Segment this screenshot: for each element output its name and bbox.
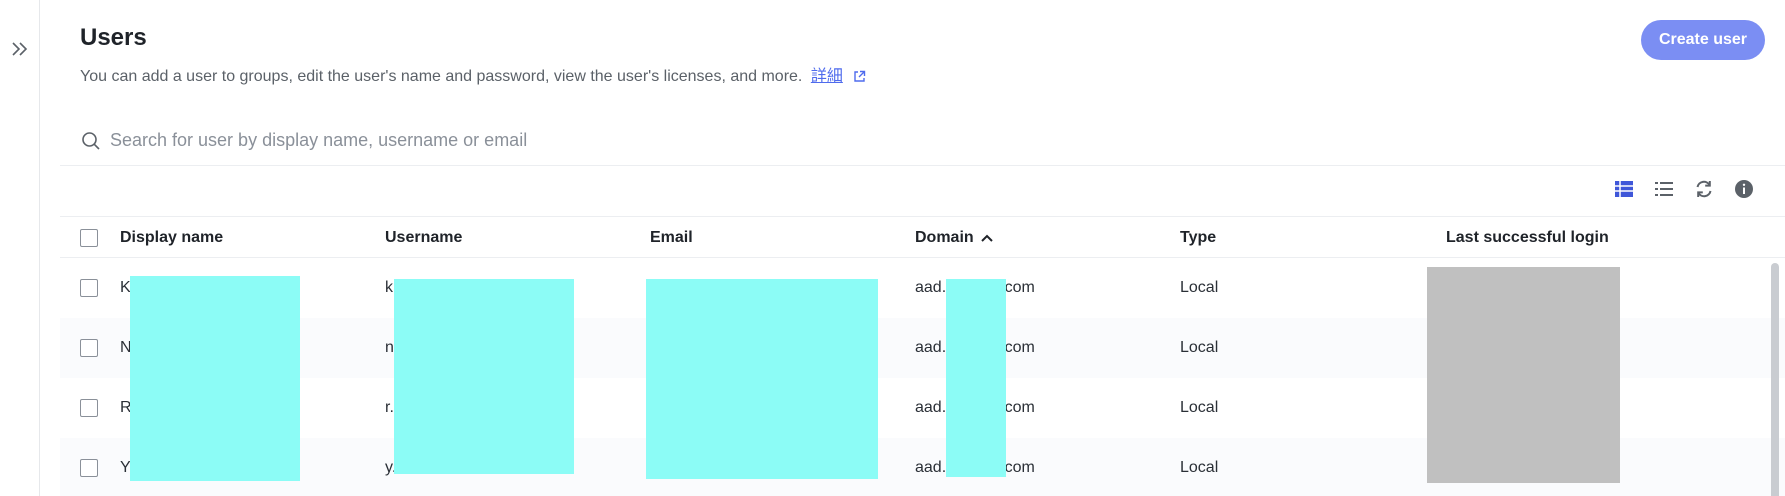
list-view-icon [1655, 182, 1673, 196]
info-button[interactable] [1733, 178, 1755, 200]
expand-sidebar-button[interactable] [9, 38, 31, 60]
domain-prefix: aad. [915, 399, 947, 416]
table-header: Display name Username Email Domain Type … [60, 216, 1785, 258]
side-rail [0, 0, 40, 496]
page-title: Users [80, 24, 147, 51]
column-last-login[interactable]: Last successful login [1446, 217, 1609, 259]
chevron-up-icon [980, 234, 993, 242]
column-domain-label: Domain [915, 229, 974, 246]
redaction-email [646, 279, 878, 479]
row-checkbox[interactable] [80, 279, 98, 297]
domain-prefix: aad. [915, 279, 947, 296]
redaction-display-name [130, 276, 300, 481]
type-cell: Local [1180, 459, 1219, 476]
column-username[interactable]: Username [385, 217, 462, 259]
column-email[interactable]: Email [650, 217, 693, 259]
domain-prefix: aad. [915, 459, 947, 476]
table-view-icon [1615, 181, 1633, 197]
table-scrollbar[interactable] [1771, 263, 1779, 496]
domain-prefix: aad. [915, 339, 947, 356]
search-icon [80, 130, 102, 152]
type-cell: Local [1180, 339, 1219, 356]
column-domain[interactable]: Domain [915, 217, 994, 259]
list-view-button[interactable] [1653, 178, 1675, 200]
row-checkbox[interactable] [80, 399, 98, 417]
username-cell: n [385, 339, 394, 356]
table-toolbar [1613, 178, 1755, 200]
refresh-icon [1696, 180, 1712, 198]
info-icon [1735, 180, 1753, 198]
external-link-icon[interactable] [853, 70, 866, 83]
column-type[interactable]: Type [1180, 217, 1216, 259]
page-subtitle: You can add a user to groups, edit the u… [80, 62, 866, 86]
details-link[interactable]: 詳細 [811, 68, 843, 85]
refresh-button[interactable] [1693, 178, 1715, 200]
subtitle-text: You can add a user to groups, edit the u… [80, 68, 803, 85]
redaction-last-login [1427, 267, 1620, 483]
column-display-name[interactable]: Display name [120, 217, 223, 259]
search-bar [60, 116, 1785, 166]
row-checkbox[interactable] [80, 339, 98, 357]
redaction-username [394, 279, 574, 474]
redaction-domain [946, 279, 1006, 477]
search-input[interactable] [110, 130, 1010, 151]
table-view-button[interactable] [1613, 178, 1635, 200]
row-checkbox[interactable] [80, 459, 98, 477]
create-user-button[interactable]: Create user [1641, 20, 1765, 60]
username-cell: r. [385, 399, 394, 416]
double-chevron-right-icon [12, 42, 28, 56]
type-cell: Local [1180, 399, 1219, 416]
username-cell: k [385, 279, 393, 296]
type-cell: Local [1180, 279, 1219, 296]
select-all-checkbox[interactable] [80, 229, 98, 247]
